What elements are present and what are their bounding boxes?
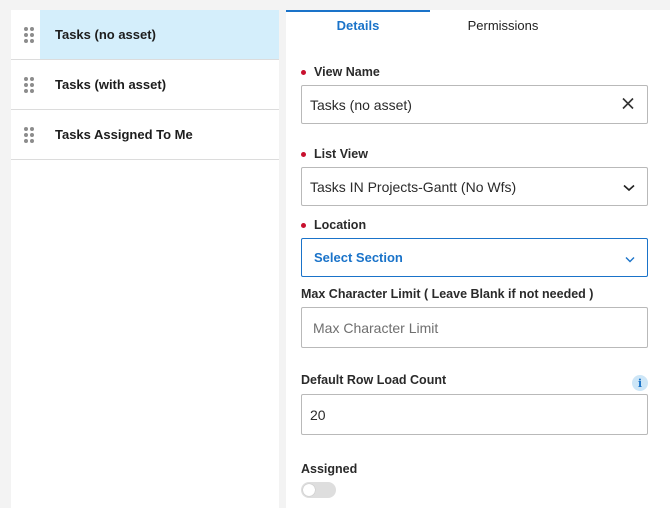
required-indicator: [301, 222, 306, 228]
views-list-panel: Tasks (no asset) Tasks (with asset) Task…: [11, 10, 279, 508]
default-row-load-count-value: 20: [310, 406, 326, 423]
location-value: Select Section: [314, 250, 403, 265]
view-item-label: Tasks Assigned To Me: [55, 127, 193, 142]
info-icon[interactable]: i: [632, 375, 648, 391]
drag-handle-icon[interactable]: [24, 76, 34, 93]
view-name-value: Tasks (no asset): [310, 96, 412, 113]
tab-details[interactable]: Details: [286, 10, 430, 38]
toggle-knob: [303, 484, 315, 496]
view-item-label: Tasks (no asset): [55, 27, 156, 42]
list-view-value: Tasks IN Projects-Gantt (No Wfs): [310, 178, 517, 195]
view-item-label: Tasks (with asset): [55, 77, 167, 92]
required-indicator: [301, 151, 306, 157]
drag-handle-icon[interactable]: [24, 26, 34, 43]
drag-handle-icon[interactable]: [24, 126, 34, 143]
assigned-label: Assigned: [301, 462, 358, 476]
list-view-select[interactable]: Tasks IN Projects-Gantt (No Wfs): [301, 167, 648, 206]
required-indicator: [301, 69, 306, 75]
location-label-text: Location: [314, 218, 367, 232]
list-view-label-text: List View: [314, 147, 368, 161]
view-item-tasks-no-asset[interactable]: Tasks (no asset): [11, 10, 279, 60]
tab-bar: Details Permissions: [286, 10, 670, 46]
default-row-load-count-input[interactable]: 20: [301, 394, 648, 435]
tab-permissions[interactable]: Permissions: [430, 10, 576, 38]
chevron-down-icon: [625, 250, 635, 266]
view-name-label-text: View Name: [314, 65, 380, 79]
max-char-limit-input[interactable]: Max Character Limit: [301, 307, 648, 348]
max-char-limit-label: Max Character Limit ( Leave Blank if not…: [301, 287, 594, 301]
location-select[interactable]: Select Section: [301, 238, 648, 277]
view-details-panel: Details Permissions View Name Tasks (no …: [286, 10, 670, 508]
default-row-load-count-label: Default Row Load Count: [301, 373, 447, 387]
view-item-tasks-with-asset[interactable]: Tasks (with asset): [11, 60, 279, 110]
view-name-input[interactable]: Tasks (no asset): [301, 85, 648, 124]
location-label: Location: [301, 218, 366, 232]
view-name-label: View Name: [301, 65, 380, 79]
max-char-limit-placeholder: Max Character Limit: [313, 319, 439, 336]
list-view-label: List View: [301, 147, 368, 161]
chevron-down-icon: [623, 179, 635, 195]
clear-icon[interactable]: [621, 96, 635, 113]
assigned-toggle[interactable]: [301, 482, 336, 498]
view-item-tasks-assigned-to-me[interactable]: Tasks Assigned To Me: [11, 110, 279, 160]
